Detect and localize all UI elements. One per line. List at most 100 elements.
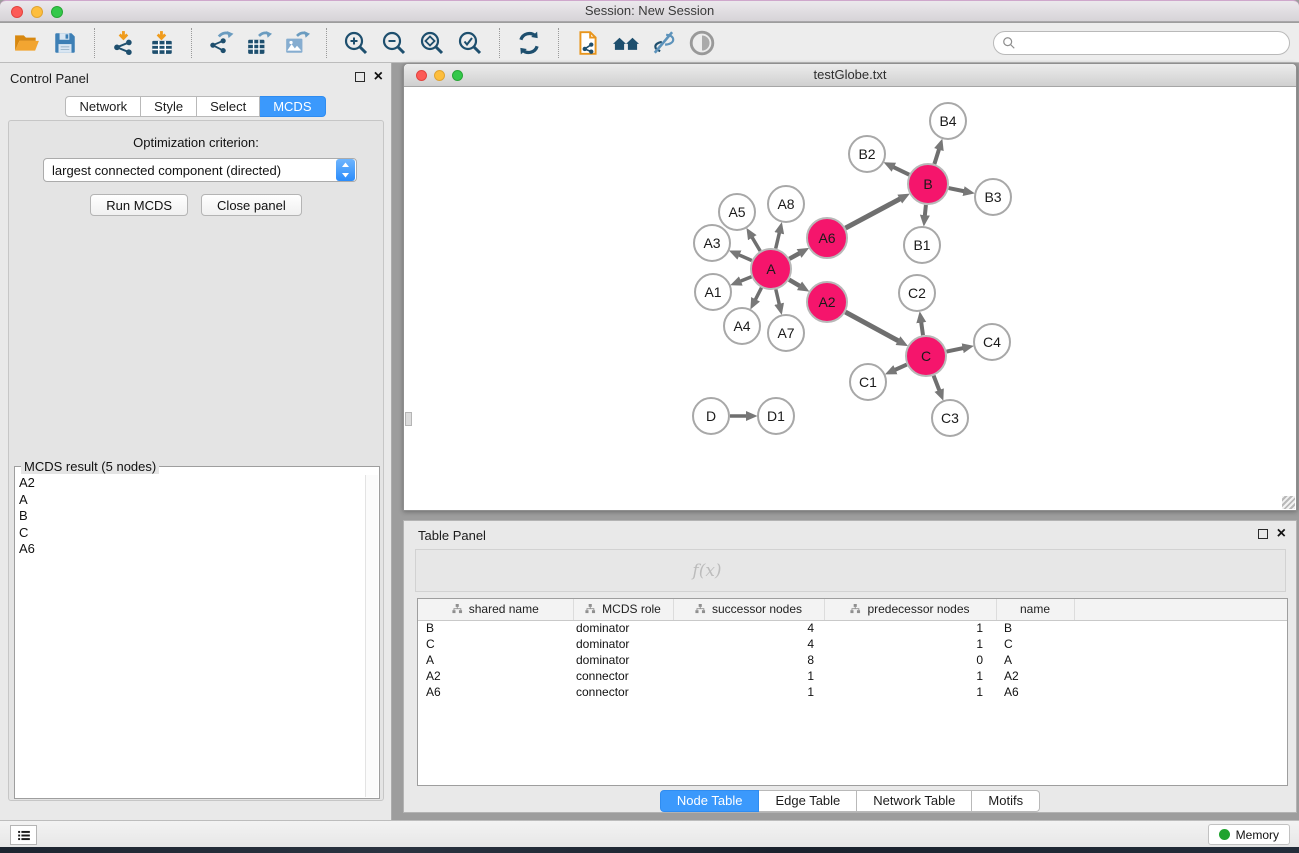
column-header-mcds-role[interactable]: MCDS role [573,599,673,620]
column-header-successor-nodes[interactable]: successor nodes [673,599,824,620]
refresh-view-button[interactable] [513,27,545,59]
search-box[interactable] [993,31,1290,55]
node-B4[interactable]: B4 [930,103,966,139]
task-history-button[interactable] [10,825,37,845]
result-item-a6[interactable]: A6 [16,541,364,558]
open-session-button[interactable] [11,27,43,59]
edge-A6-B[interactable] [846,198,902,228]
node-C1[interactable]: C1 [850,364,886,400]
close-table-panel-icon[interactable]: × [1277,529,1286,539]
table-row[interactable]: Bdominator41B [418,620,1287,636]
edge-A-A3[interactable] [738,254,752,260]
home-button[interactable] [610,27,642,59]
tab-network-table[interactable]: Network Table [857,790,972,812]
optimization-criterion-select[interactable]: largest connected component (directed) [43,158,357,182]
save-session-button[interactable] [49,27,81,59]
float-panel-icon[interactable] [355,72,365,82]
node-A8[interactable]: A8 [768,186,804,222]
import-table-file-button[interactable] [146,27,178,59]
zoom-selected-button[interactable] [454,27,486,59]
edge-B-B4[interactable] [934,148,939,164]
export-image-button[interactable] [281,27,313,59]
minimize-traffic-light-icon[interactable] [31,6,43,18]
tab-style[interactable]: Style [141,96,197,117]
node-A7[interactable]: A7 [768,315,804,351]
import-network-file-button[interactable] [108,27,140,59]
fullscreen-traffic-light-icon[interactable] [51,6,63,18]
hide-annotations-button[interactable] [648,27,680,59]
node-A1[interactable]: A1 [695,274,731,310]
network-fullscreen-traffic-light-icon[interactable] [452,70,463,81]
run-mcds-button[interactable]: Run MCDS [90,194,188,216]
show-graphics-details-button[interactable] [686,27,718,59]
zoom-fit-button[interactable] [416,27,448,59]
tab-mcds[interactable]: MCDS [260,96,325,117]
left-resize-grip[interactable] [405,412,412,426]
node-D[interactable]: D [693,398,729,434]
search-input[interactable] [1021,36,1281,51]
node-C2[interactable]: C2 [899,275,935,311]
result-item-c[interactable]: C [16,525,364,542]
corner-resize-grip[interactable] [1282,496,1295,509]
close-panel-button[interactable]: Close panel [201,194,302,216]
edge-B-B3[interactable] [949,188,966,191]
node-A5[interactable]: A5 [719,194,755,230]
edge-A-A6[interactable] [789,253,800,259]
table-row[interactable]: Adominator80A [418,652,1287,668]
edge-A-A8[interactable] [776,231,780,248]
tab-network[interactable]: Network [65,96,141,117]
close-traffic-light-icon[interactable] [11,6,23,18]
tab-edge-table[interactable]: Edge Table [759,790,857,812]
delete-row-button[interactable] [614,553,648,589]
edge-A-A2[interactable] [789,280,801,287]
float-table-panel-icon[interactable] [1258,529,1268,539]
table-row[interactable]: A2connector11A2 [418,668,1287,684]
node-B3[interactable]: B3 [975,179,1011,215]
add-row-button[interactable] [576,553,610,589]
node-A6[interactable]: A6 [807,218,847,258]
export-network-button[interactable] [205,27,237,59]
edge-B-B1[interactable] [925,205,926,217]
node-C4[interactable]: C4 [974,324,1010,360]
zoom-in-button[interactable] [340,27,372,59]
edge-A-A5[interactable] [751,236,760,251]
zoom-out-button[interactable] [378,27,410,59]
tab-select[interactable]: Select [197,96,260,117]
edge-A2-C[interactable] [845,312,899,342]
result-item-a[interactable]: A [16,492,364,509]
edge-C-C4[interactable] [947,348,965,352]
node-C3[interactable]: C3 [932,400,968,436]
edge-A-A4[interactable] [755,288,762,301]
result-scrollbar[interactable] [365,475,378,797]
node-C[interactable]: C [906,336,946,376]
network-minimize-traffic-light-icon[interactable] [434,70,445,81]
edge-A-A7[interactable] [776,289,780,305]
select-all-rows-button[interactable] [500,553,534,589]
tab-node-table[interactable]: Node Table [660,790,760,812]
edge-C-C2[interactable] [921,321,923,336]
node-D1[interactable]: D1 [758,398,794,434]
split-panel-button[interactable] [462,553,496,589]
table-settings-button[interactable] [424,553,458,589]
node-B1[interactable]: B1 [904,227,940,263]
network-close-traffic-light-icon[interactable] [416,70,427,81]
result-item-a2[interactable]: A2 [16,475,364,492]
node-A2[interactable]: A2 [807,282,847,322]
column-header-name[interactable]: name [996,599,1074,620]
network-canvas-svg[interactable]: B4B2BB3B1A5A8A3AA1A4A7A6A2C2CC4C1C3DD1 [404,87,1296,510]
table-row[interactable]: A6connector11A6 [418,684,1287,700]
close-panel-icon[interactable]: × [374,72,383,82]
edge-A-A1[interactable] [739,277,752,282]
edge-C-C3[interactable] [934,376,940,392]
node-A[interactable]: A [751,249,791,289]
tab-motifs[interactable]: Motifs [972,790,1040,812]
table-row[interactable]: Cdominator41C [418,636,1287,652]
unselect-all-rows-button[interactable] [538,553,572,589]
column-header-predecessor-nodes[interactable]: predecessor nodes [824,599,996,620]
edge-C-C1[interactable] [894,365,907,371]
export-table-button[interactable] [243,27,275,59]
network-from-file-button[interactable] [572,27,604,59]
edge-B-B2[interactable] [892,166,909,174]
node-B[interactable]: B [908,164,948,204]
column-header-shared-name[interactable]: shared name [418,599,573,620]
